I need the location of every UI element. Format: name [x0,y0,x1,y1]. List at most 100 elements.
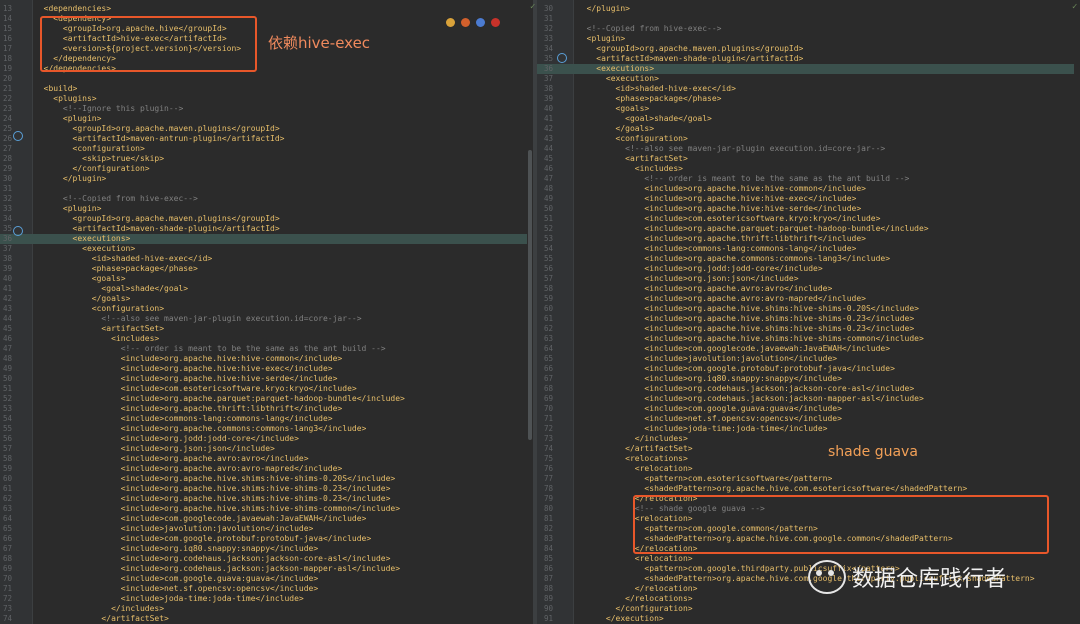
code-line[interactable]: 41 <goal>shade</goal> [0,284,533,294]
code-line[interactable]: 68 <include>org.codehaus.jackson:jackson… [0,554,533,564]
code-line[interactable]: 36 <executions> [0,234,533,244]
code-line[interactable]: 49 <include>org.apache.hive:hive-exec</i… [0,364,533,374]
code-line[interactable]: 70 <include>com.google.guava:guava</incl… [0,574,533,584]
code-line[interactable]: 64 <include>com.googlecode.javaewah:Java… [0,514,533,524]
code-line[interactable]: 73 </includes> [0,604,533,614]
firefox-icon[interactable] [461,18,470,27]
code-line[interactable]: 61 <include>org.apache.hive.shims:hive-s… [0,484,533,494]
code-line[interactable]: 30 </plugin> [537,4,1080,14]
left-editor-pane[interactable]: 13 <dependencies> 14 <dependency> 15 <grou… [0,0,533,624]
code-line[interactable]: 39 <phase>package</phase> [537,94,1080,104]
code-line[interactable]: 66 <include>com.google.protobuf:protobuf… [0,534,533,544]
code-line[interactable]: 23 <!--Ignore this plugin--> [0,104,533,114]
code-line[interactable]: 30 </plugin> [0,174,533,184]
right-gutter-override-icon[interactable] [557,53,567,63]
code-line[interactable]: 69 <include>org.codehaus.jackson:jackson… [0,564,533,574]
code-line[interactable]: 46 <includes> [0,334,533,344]
code-line[interactable]: 75 <relocations> [537,454,1080,464]
code-line[interactable]: 72 <include>joda-time:joda-time</include… [537,424,1080,434]
code-line[interactable]: 58 <include>org.apache.avro:avro</includ… [0,454,533,464]
code-line[interactable]: 65 <include>javolution:javolution</inclu… [537,354,1080,364]
code-line[interactable]: 51 <include>com.esotericsoftware.kryo:kr… [0,384,533,394]
code-line[interactable]: 43 <configuration> [537,134,1080,144]
code-line[interactable]: 41 <goal>shade</goal> [537,114,1080,124]
code-line[interactable]: 37 <execution> [537,74,1080,84]
code-line[interactable]: 28 <skip>true</skip> [0,154,533,164]
code-line[interactable]: 70 <include>com.google.guava:guava</incl… [537,404,1080,414]
code-line[interactable]: 31 [0,184,533,194]
code-line[interactable]: 39 <phase>package</phase> [0,264,533,274]
code-line[interactable]: 52 <include>org.apache.parquet:parquet-h… [537,224,1080,234]
code-line[interactable]: 71 <include>net.sf.opencsv:opencsv</incl… [0,584,533,594]
code-line[interactable]: 68 <include>org.codehaus.jackson:jackson… [537,384,1080,394]
code-line[interactable]: 61 <include>org.apache.hive.shims:hive-s… [537,314,1080,324]
code-line[interactable]: 69 <include>org.codehaus.jackson:jackson… [537,394,1080,404]
right-scrollbar[interactable] [1074,0,1080,624]
code-line[interactable]: 47 <!-- order is meant to be the same as… [537,174,1080,184]
code-line[interactable]: 49 <include>org.apache.hive:hive-exec</i… [537,194,1080,204]
code-line[interactable]: 37 <execution> [0,244,533,254]
code-line[interactable]: 50 <include>org.apache.hive:hive-serde</… [537,204,1080,214]
code-line[interactable]: 35 <artifactId>maven-shade-plugin</artif… [537,54,1080,64]
code-line[interactable]: 27 <configuration> [0,144,533,154]
code-line[interactable]: 60 <include>org.apache.hive.shims:hive-s… [537,304,1080,314]
code-line[interactable]: 54 <include>commons-lang:commons-lang</i… [0,414,533,424]
code-line[interactable]: 57 <include>org.json:json</include> [0,444,533,454]
code-line[interactable]: 43 <configuration> [0,304,533,314]
code-line[interactable]: 45 <artifactSet> [537,154,1080,164]
code-line[interactable]: 67 <include>org.iq80.snappy:snappy</incl… [0,544,533,554]
code-line[interactable]: 22 <plugins> [0,94,533,104]
code-line[interactable]: 38 <id>shaded-hive-exec</id> [537,84,1080,94]
code-line[interactable]: 38 <id>shaded-hive-exec</id> [0,254,533,264]
code-line[interactable]: 56 <include>org.jodd:jodd-core</include> [537,264,1080,274]
code-line[interactable]: 91 </execution> [537,614,1080,624]
code-line[interactable]: 59 <include>org.apache.avro:avro-mapred<… [0,464,533,474]
code-line[interactable]: 46 <includes> [537,164,1080,174]
code-line[interactable]: 62 <include>org.apache.hive.shims:hive-s… [0,494,533,504]
left-gutter-override-icon-2[interactable] [13,226,23,236]
code-line[interactable]: 26 <artifactId>maven-antrun-plugin</arti… [0,134,533,144]
code-line[interactable]: 52 <include>org.apache.parquet:parquet-h… [0,394,533,404]
code-line[interactable]: 55 <include>org.apache.commons:commons-l… [537,254,1080,264]
code-line[interactable]: 57 <include>org.json:json</include> [537,274,1080,284]
code-line[interactable]: 58 <include>org.apache.avro:avro</includ… [537,284,1080,294]
code-line[interactable]: 21 <build> [0,84,533,94]
chrome-icon[interactable] [446,18,455,27]
code-line[interactable]: 64 <include>com.googlecode.javaewah:Java… [537,344,1080,354]
code-line[interactable]: 33 <plugin> [0,204,533,214]
code-line[interactable]: 77 <pattern>com.esotericsoftware</patter… [537,474,1080,484]
code-line[interactable]: 55 <include>org.apache.commons:commons-l… [0,424,533,434]
code-line[interactable]: 78 <shadedPattern>org.apache.hive.com.es… [537,484,1080,494]
code-line[interactable]: 65 <include>javolution:javolution</inclu… [0,524,533,534]
code-line[interactable]: 25 <groupId>org.apache.maven.plugins</gr… [0,124,533,134]
code-line[interactable]: 50 <include>org.apache.hive:hive-serde</… [0,374,533,384]
code-line[interactable]: 60 <include>org.apache.hive.shims:hive-s… [0,474,533,484]
code-line[interactable]: 54 <include>commons-lang:commons-lang</i… [537,244,1080,254]
code-line[interactable]: 59 <include>org.apache.avro:avro-mapred<… [537,294,1080,304]
left-scrollbar[interactable] [527,0,533,624]
code-line[interactable]: 24 <plugin> [0,114,533,124]
code-line[interactable]: 71 <include>net.sf.opencsv:opencsv</incl… [537,414,1080,424]
code-line[interactable]: 44 <!--also see maven-jar-plugin executi… [537,144,1080,154]
code-line[interactable]: 63 <include>org.apache.hive.shims:hive-s… [537,334,1080,344]
left-gutter-override-icon[interactable] [13,131,23,141]
code-line[interactable]: 90 </configuration> [537,604,1080,614]
code-line[interactable]: 20 [0,74,533,84]
code-line[interactable]: 51 <include>com.esotericsoftware.kryo:kr… [537,214,1080,224]
code-line[interactable]: 76 <relocation> [537,464,1080,474]
left-scrollbar-thumb[interactable] [528,150,532,440]
code-line[interactable]: 48 <include>org.apache.hive:hive-common<… [537,184,1080,194]
code-line[interactable]: 34 <groupId>org.apache.maven.plugins</gr… [0,214,533,224]
code-line[interactable]: 44 <!--also see maven-jar-plugin executi… [0,314,533,324]
code-line[interactable]: 35 <artifactId>maven-shade-plugin</artif… [0,224,533,234]
safari-icon[interactable] [476,18,485,27]
code-line[interactable]: 67 <include>org.iq80.snappy:snappy</incl… [537,374,1080,384]
code-line[interactable]: 13 <dependencies> [0,4,533,14]
code-line[interactable]: 31 [537,14,1080,24]
code-line[interactable]: 53 <include>org.apache.thrift:libthrift<… [0,404,533,414]
code-line[interactable]: 66 <include>com.google.protobuf:protobuf… [537,364,1080,374]
code-line[interactable]: 63 <include>org.apache.hive.shims:hive-s… [0,504,533,514]
code-line[interactable]: 53 <include>org.apache.thrift:libthrift<… [537,234,1080,244]
code-line[interactable]: 56 <include>org.jodd:jodd-core</include> [0,434,533,444]
code-line[interactable]: 40 <goals> [0,274,533,284]
